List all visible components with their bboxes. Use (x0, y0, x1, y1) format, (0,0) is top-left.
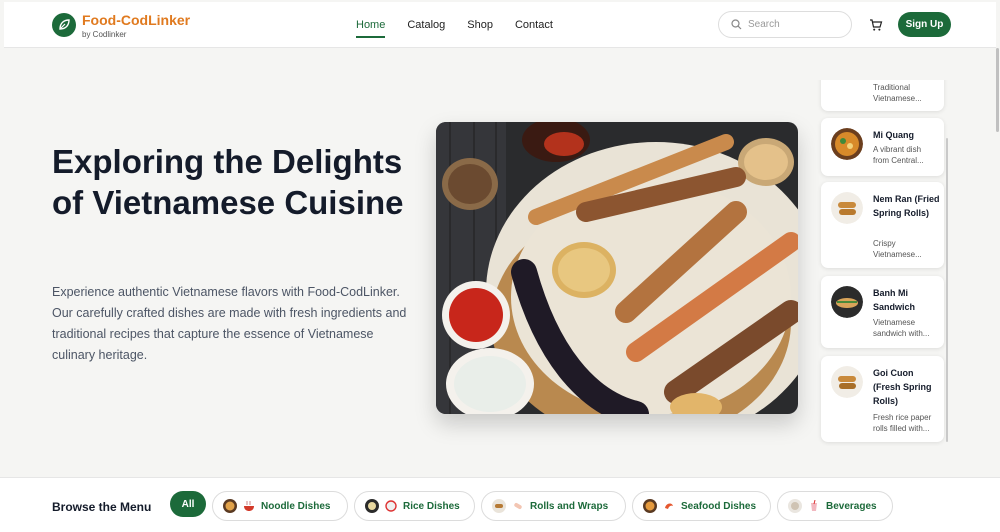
roll-emoji-icon (514, 503, 522, 509)
chip-label: Noodle Dishes (261, 500, 331, 512)
brand-name[interactable]: Food-CodLinker (82, 12, 190, 28)
dish-description: Traditional Vietnamese... (873, 83, 922, 103)
category-noodle-dishes[interactable]: Noodle Dishes (212, 491, 348, 521)
dish-name: Mi Quang (873, 130, 914, 140)
dish-description: A vibrant dish from Central... (873, 145, 924, 165)
category-all-chip[interactable]: All (170, 491, 206, 517)
category-rice-dishes[interactable]: Rice Dishes (354, 491, 475, 521)
seafood-plate-icon (643, 499, 657, 513)
chip-label: Beverages (826, 500, 877, 512)
dish-thumbnail (831, 128, 863, 160)
dish-thumbnail (831, 366, 863, 398)
rice-plate-icon (365, 499, 379, 513)
dish-thumbnail (831, 286, 863, 318)
drink-emoji-icon (811, 500, 817, 511)
noodle-emoji-icon (244, 501, 254, 511)
sign-up-button[interactable]: Sign Up (898, 12, 951, 37)
nav-shop[interactable]: Shop (467, 19, 493, 31)
beverage-plate-icon (788, 499, 802, 513)
dish-name: Goi Cuon (Fresh Spring Rolls) (873, 368, 932, 406)
dish-card-goi-cuon[interactable]: Goi Cuon (Fresh Spring Rolls) Fresh rice… (821, 356, 944, 442)
nav-contact[interactable]: Contact (515, 19, 553, 31)
featured-dish-list[interactable]: Traditional Vietnamese... Mi Quang A vibr… (816, 80, 952, 446)
chip-label: Rice Dishes (403, 500, 460, 512)
category-seafood-dishes[interactable]: Seafood Dishes (632, 491, 771, 521)
site-header: Food-CodLinker by Codlinker Home Catalog… (4, 2, 996, 48)
dish-description: Crispy Vietnamese... (873, 239, 922, 259)
shrimp-emoji-icon (665, 503, 673, 509)
hero-title: Exploring the Delights of Vietnamese Cui… (52, 143, 404, 221)
cart-icon[interactable] (868, 17, 884, 33)
category-beverages[interactable]: Beverages (777, 491, 893, 521)
dish-description: Vietnamese sandwich with... (873, 318, 930, 338)
search-box[interactable] (718, 11, 852, 38)
dish-card-nem-ran[interactable]: Nem Ran (Fried Spring Rolls) Crispy Vietn… (821, 182, 944, 268)
nav-catalog[interactable]: Catalog (407, 19, 445, 31)
dish-description: Fresh rice paper rolls filled with... (873, 413, 932, 433)
page-scrollbar[interactable] (996, 48, 999, 132)
dish-card-banh-mi[interactable]: Banh Mi Sandwich Vietnamese sandwich with… (821, 276, 944, 348)
hero-food-image (436, 122, 798, 414)
roll-plate-icon (492, 499, 506, 513)
hero-description: Experience authentic Vietnamese flavors … (52, 285, 407, 362)
rice-emoji-icon (385, 500, 397, 512)
noodle-bowl-icon (223, 499, 237, 513)
category-rolls-and-wraps[interactable]: Rolls and Wraps (481, 491, 626, 521)
leaf-logo-icon[interactable] (52, 13, 76, 37)
dish-name: Nem Ran (Fried Spring Rolls) (873, 194, 940, 218)
browse-title: Browse the Menu (52, 500, 152, 514)
dish-card-mi-quang[interactable]: Mi Quang A vibrant dish from Central... (821, 118, 944, 176)
dish-list-scrollbar[interactable] (946, 138, 948, 442)
dish-thumbnail (831, 192, 863, 224)
chip-label: Rolls and Wraps (530, 500, 609, 512)
dish-card[interactable]: Traditional Vietnamese... (821, 80, 944, 111)
brand-byline: by Codlinker (82, 30, 127, 39)
search-input[interactable] (748, 19, 838, 30)
main-nav: Home Catalog Shop Contact (356, 19, 553, 38)
browse-menu-bar: Browse the Menu All Noodle Dishes Rice D… (0, 477, 1000, 532)
search-icon (731, 19, 742, 30)
nav-home[interactable]: Home (356, 19, 386, 38)
dish-name: Banh Mi Sandwich (873, 288, 916, 312)
chip-label: Seafood Dishes (681, 500, 757, 512)
